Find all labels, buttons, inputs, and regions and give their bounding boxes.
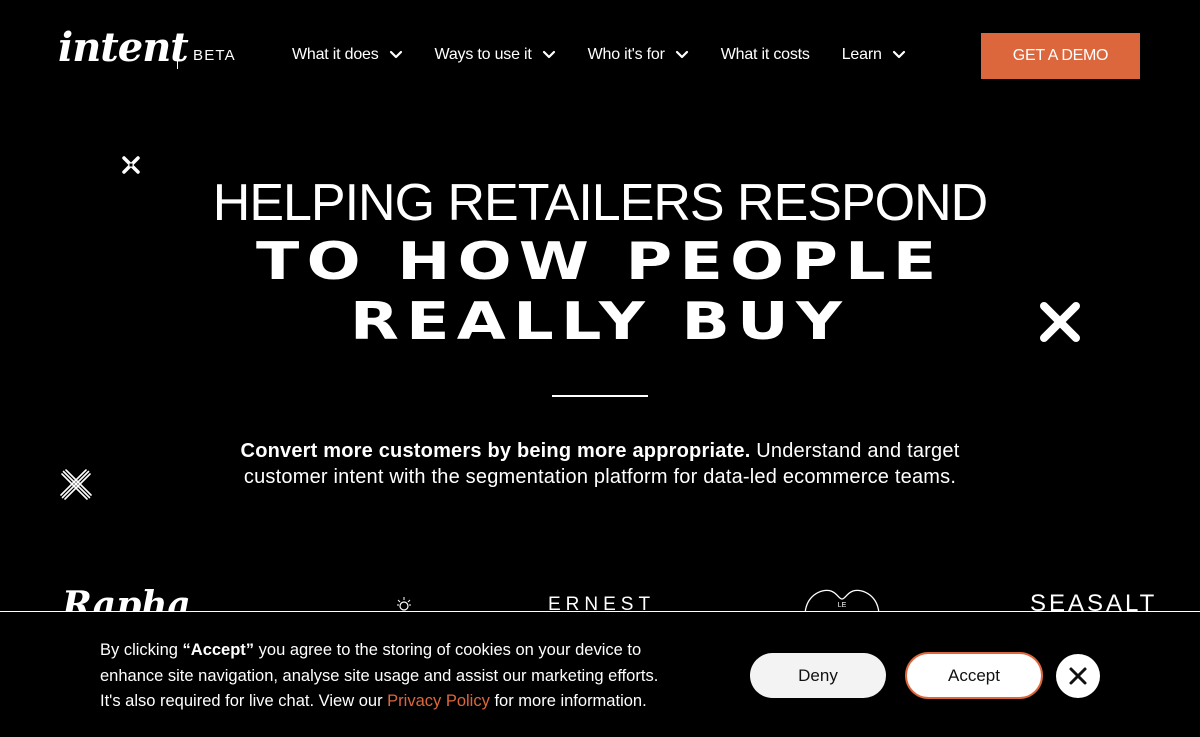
hero-subtext-bold: Convert more customers by being more app… <box>240 440 751 462</box>
nav-item-label: Ways to use it <box>434 46 532 63</box>
site-header: intent BETA What it does Ways to use it … <box>0 0 1200 110</box>
nav-item-label: Learn <box>841 46 882 63</box>
intent-logo[interactable]: intent <box>58 28 189 68</box>
logo-divider <box>177 41 178 69</box>
customer-logos: Rapha ERNEST LE SEASALT <box>0 580 1200 612</box>
close-icon <box>1069 667 1087 685</box>
cookie-text-suffix: for more information. <box>489 692 647 710</box>
lightbulb-logo-icon <box>397 597 411 611</box>
nav-item-ways-to-use-it[interactable]: Ways to use it <box>435 46 556 64</box>
logo-le-emblem: LE <box>804 589 880 612</box>
chevron-down-icon <box>542 50 555 59</box>
nav-item-label: What it costs <box>720 46 810 63</box>
chevron-down-icon <box>389 50 402 59</box>
cookie-text-prefix: By clicking <box>100 641 183 659</box>
hero-line3-text: REALLY BUY <box>350 292 850 352</box>
privacy-policy-link[interactable]: Privacy Policy <box>387 692 490 710</box>
hero-headline-line1: HELPING RETAILERS RESPOND <box>212 174 988 232</box>
hero-subtext: Convert more customers by being more app… <box>200 438 1000 490</box>
hero-divider <box>552 395 648 397</box>
logo-le-text: LE <box>838 602 847 609</box>
accept-button[interactable]: Accept <box>905 652 1043 699</box>
nav-item-what-it-costs[interactable]: What it costs <box>721 46 810 64</box>
close-cookie-button[interactable] <box>1056 654 1100 698</box>
logo-seasalt: SEASALT <box>1030 590 1158 612</box>
logo-rapha: Rapha <box>62 584 191 612</box>
cookie-banner: By clicking “Accept” you agree to the st… <box>0 611 1200 737</box>
nav-item-what-it-does[interactable]: What it does <box>292 46 403 64</box>
nav-item-learn[interactable]: Learn <box>842 46 906 64</box>
deny-button[interactable]: Deny <box>750 653 886 698</box>
beta-label: BETA <box>193 47 236 64</box>
nav-item-who-its-for[interactable]: Who it's for <box>588 46 689 64</box>
cookie-message: By clicking “Accept” you agree to the st… <box>100 638 670 715</box>
chevron-down-icon <box>675 50 688 59</box>
small-x-icon <box>122 156 140 174</box>
chevron-down-icon <box>892 50 905 59</box>
hero-headline-line3: REALLY BUY <box>0 294 1200 350</box>
hero-headline-line2: TO HOW PEOPLE <box>0 234 1200 290</box>
get-a-demo-button[interactable]: GET A DEMO <box>981 33 1140 79</box>
triple-line-x-icon <box>60 469 92 500</box>
logo-ernest: ERNEST <box>548 594 656 612</box>
main-nav: What it does Ways to use it Who it's for… <box>292 46 906 64</box>
cookie-text-accept: “Accept” <box>182 641 255 659</box>
nav-item-label: What it does <box>292 46 379 63</box>
hero-line2-text: TO HOW PEOPLE <box>256 232 944 292</box>
nav-item-label: Who it's for <box>587 46 665 63</box>
